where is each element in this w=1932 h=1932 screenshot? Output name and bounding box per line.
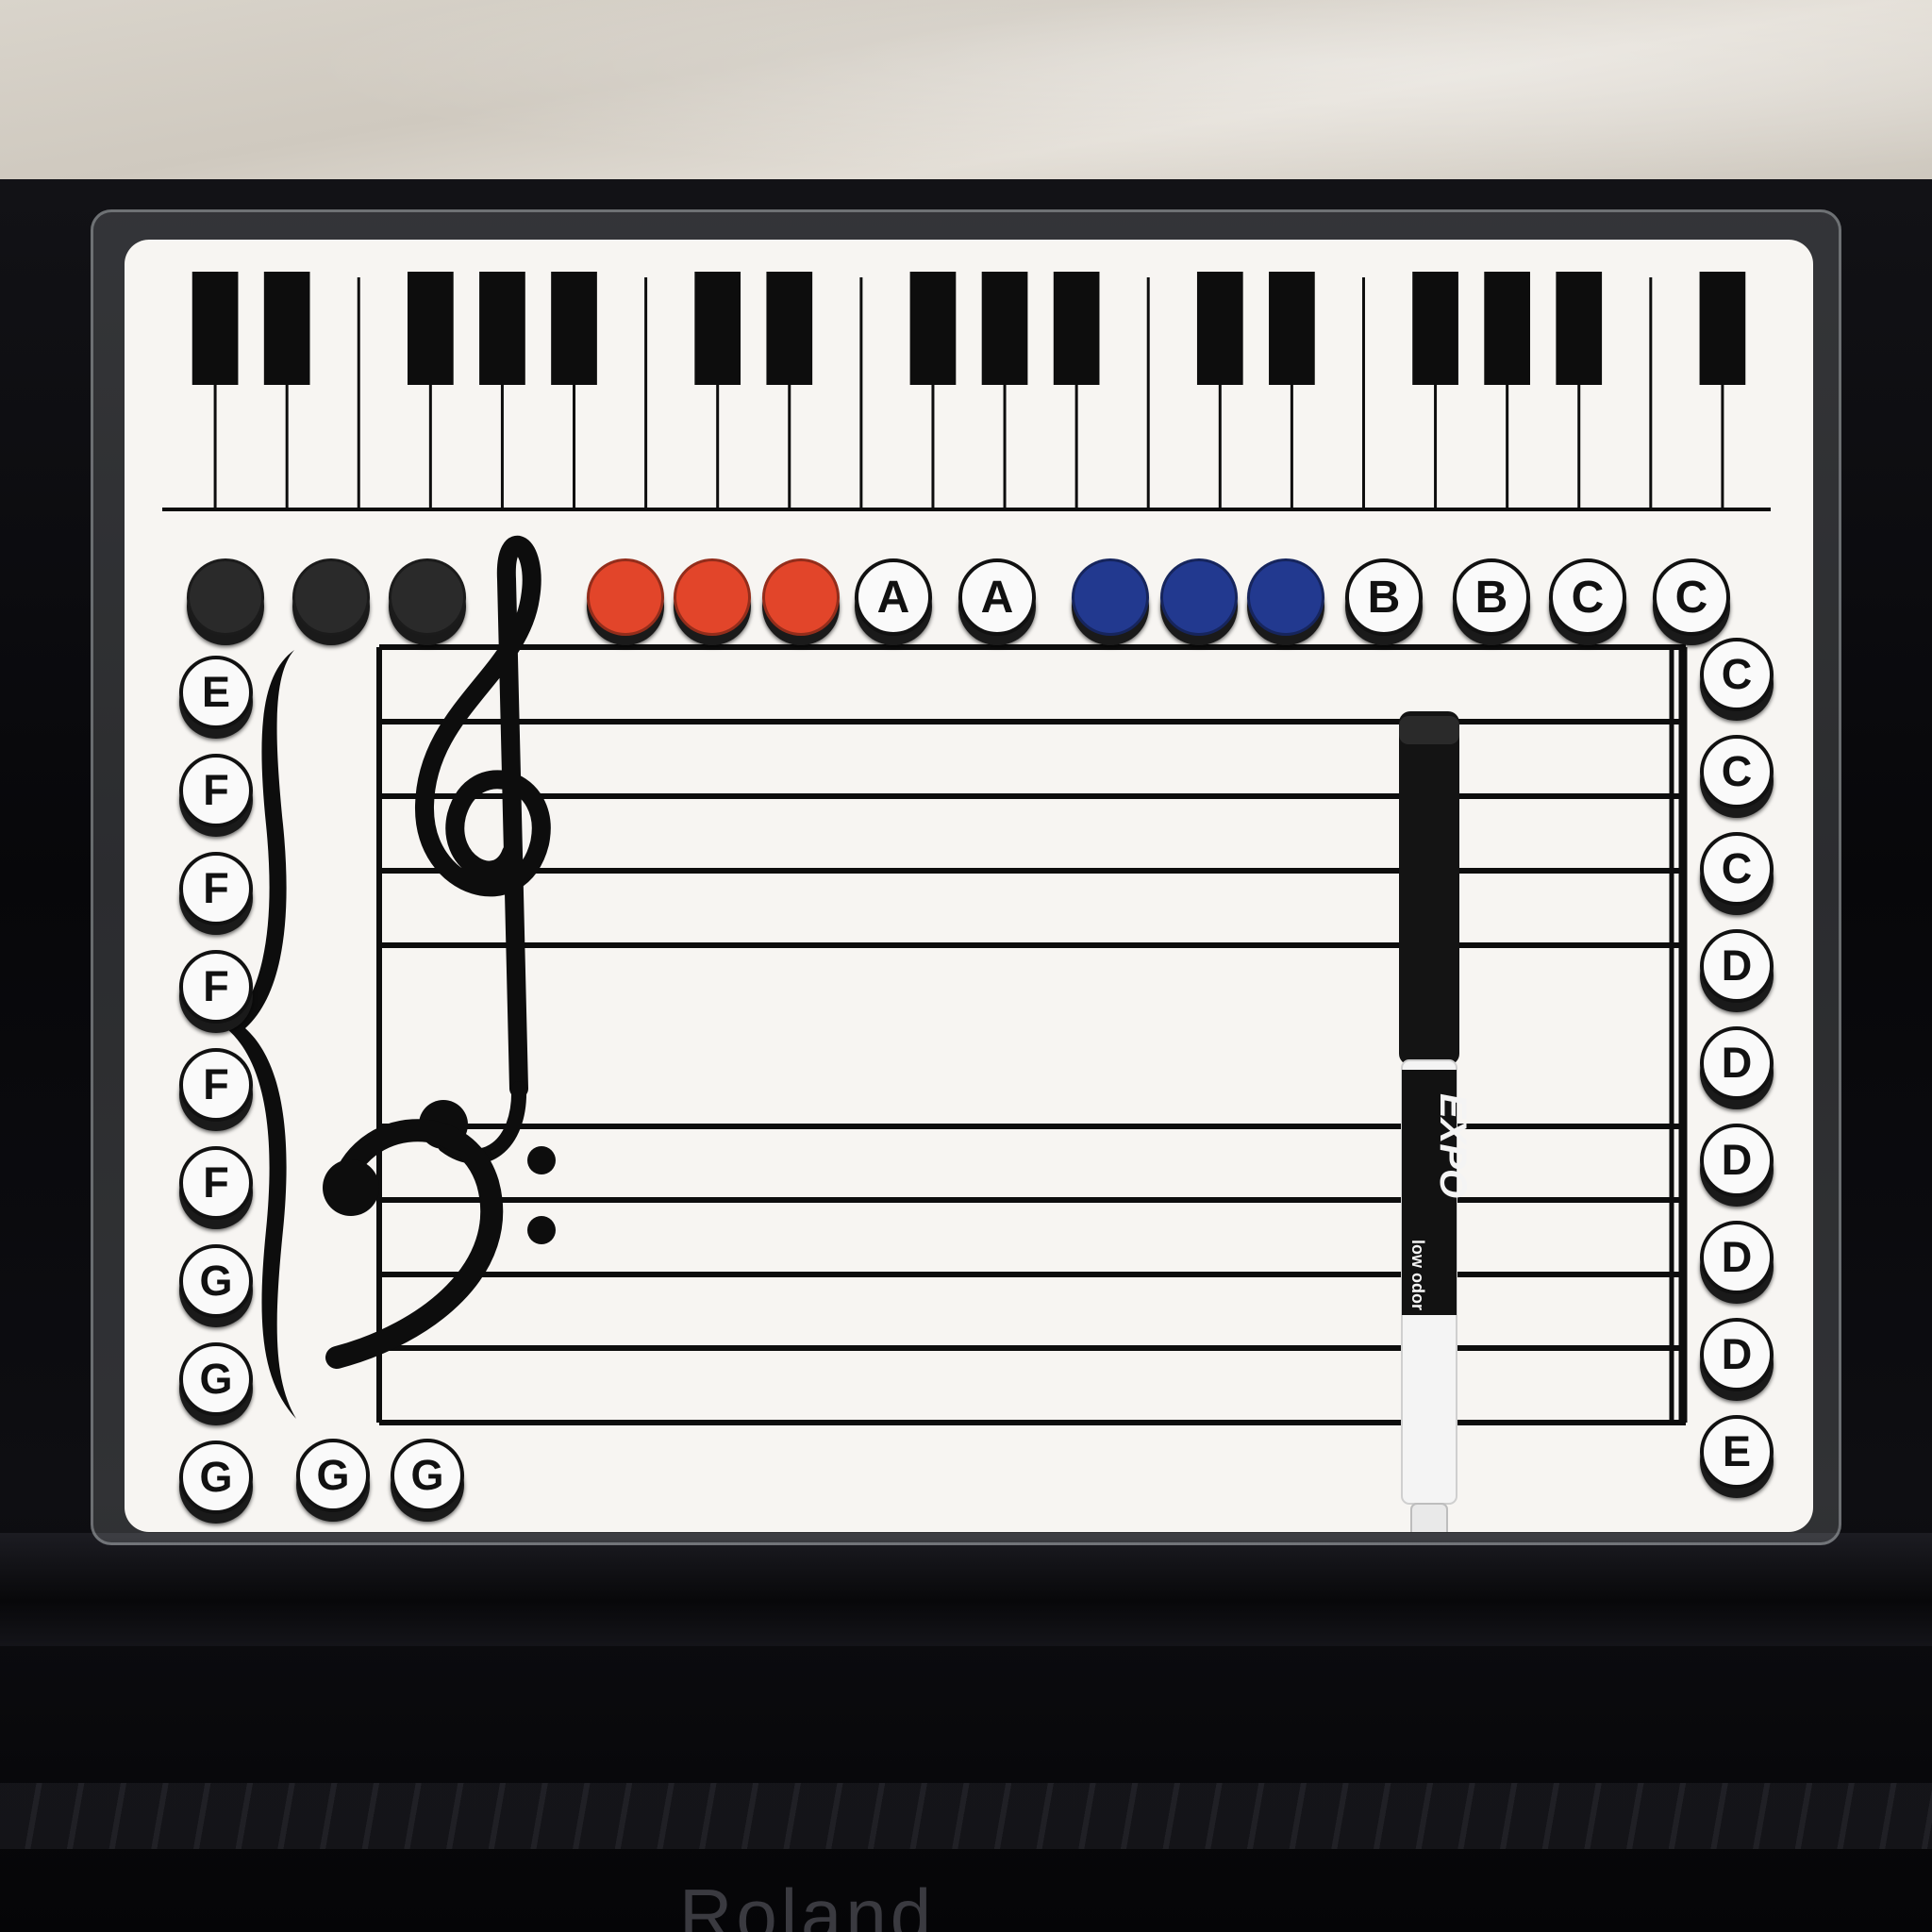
letter-magnet-a[interactable]: A (958, 558, 1036, 636)
letter-magnet-g[interactable]: G (179, 1441, 253, 1514)
letter-magnet-b[interactable]: B (1453, 558, 1530, 636)
letter-magnet-b[interactable]: B (1345, 558, 1423, 636)
letter-magnet-e[interactable]: E (1700, 1415, 1774, 1489)
letter-magnet-f[interactable]: F (179, 852, 253, 925)
blue-note-magnet[interactable] (1160, 558, 1238, 636)
black-key (1699, 272, 1746, 385)
black-note-magnet[interactable] (389, 558, 466, 636)
marker-cap (1399, 711, 1459, 1065)
letter-magnet-d[interactable]: D (1700, 1221, 1774, 1294)
marker-odor-text: low odor (1408, 1240, 1427, 1310)
letter-magnet-c[interactable]: C (1700, 735, 1774, 808)
black-key (766, 272, 813, 385)
piano-keys-reflection (0, 1783, 1932, 1849)
black-key (1053, 272, 1100, 385)
letter-magnet-e[interactable]: E (179, 656, 253, 729)
letter-magnet-g[interactable]: G (179, 1244, 253, 1318)
photo-scene: Roland EXPO low odor A A B B C C E F F F… (0, 0, 1932, 1932)
red-note-magnet[interactable] (762, 558, 840, 636)
letter-magnet-f[interactable]: F (179, 754, 253, 827)
black-key (1556, 272, 1603, 385)
red-note-magnet[interactable] (674, 558, 751, 636)
letter-magnet-c[interactable]: C (1700, 832, 1774, 906)
letter-magnet-g[interactable]: G (296, 1439, 370, 1512)
blue-note-magnet[interactable] (1072, 558, 1149, 636)
black-key (694, 272, 741, 385)
red-note-magnet[interactable] (587, 558, 664, 636)
letter-magnet-g[interactable]: G (391, 1439, 464, 1512)
black-key (1412, 272, 1458, 385)
black-key (1196, 272, 1243, 385)
piano-brand-label: Roland (679, 1874, 936, 1932)
letter-magnet-c[interactable]: C (1700, 638, 1774, 711)
blue-note-magnet[interactable] (1247, 558, 1324, 636)
letter-magnet-c[interactable]: C (1549, 558, 1626, 636)
black-key (479, 272, 525, 385)
marker-brand-text: EXPO (1432, 1093, 1474, 1198)
marker-tip-cone (1410, 1503, 1448, 1532)
black-note-magnet[interactable] (187, 558, 264, 636)
letter-magnet-f[interactable]: F (179, 950, 253, 1024)
black-key (1484, 272, 1530, 385)
letter-magnet-c[interactable]: C (1653, 558, 1730, 636)
staff-whiteboard: EXPO low odor (125, 240, 1813, 1532)
letter-magnet-f[interactable]: F (179, 1146, 253, 1220)
letter-magnet-d[interactable]: D (1700, 1026, 1774, 1100)
black-key (263, 272, 310, 385)
marker-cap-clip (1399, 716, 1459, 744)
black-key (192, 272, 239, 385)
letter-magnet-d[interactable]: D (1700, 929, 1774, 1003)
black-key (408, 272, 454, 385)
letter-magnet-d[interactable]: D (1700, 1318, 1774, 1391)
black-key (981, 272, 1028, 385)
letter-magnet-f[interactable]: F (179, 1048, 253, 1122)
black-key (551, 272, 597, 385)
letter-magnet-a[interactable]: A (855, 558, 932, 636)
music-stand-ledge (0, 1533, 1932, 1646)
black-key (909, 272, 957, 385)
black-note-magnet[interactable] (292, 558, 370, 636)
letter-magnet-d[interactable]: D (1700, 1124, 1774, 1197)
black-key (1269, 272, 1315, 385)
letter-magnet-g[interactable]: G (179, 1342, 253, 1416)
